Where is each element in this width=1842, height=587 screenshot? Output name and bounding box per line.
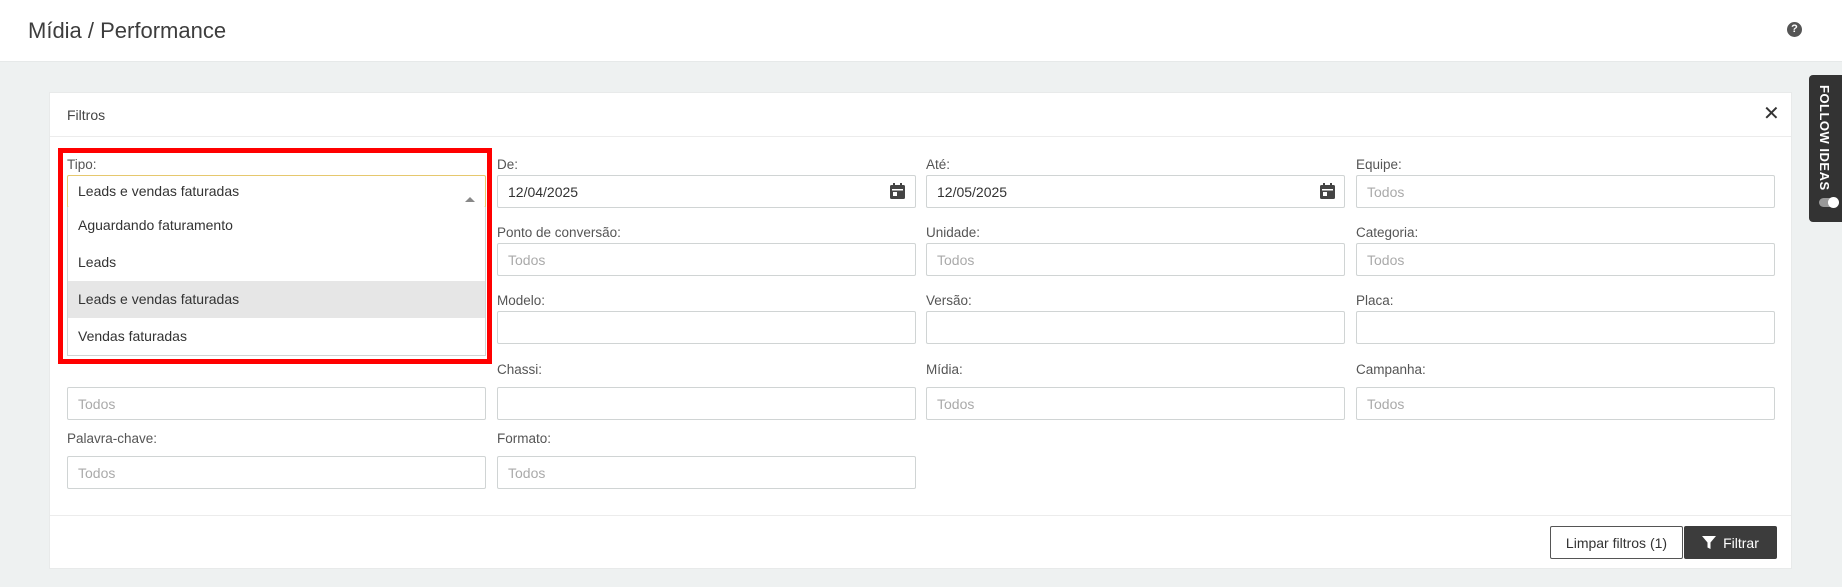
dropdown-option[interactable]: Aguardando faturamento [68, 207, 485, 244]
campanha-input[interactable] [1356, 387, 1775, 420]
modelo-input[interactable] [497, 311, 916, 344]
tipo-select[interactable]: Leads e vendas faturadas [67, 175, 486, 208]
campanha-label: Campanha: [1356, 362, 1426, 377]
equipe-label: Equipe: [1356, 157, 1402, 172]
midia-label: Mídia: [926, 362, 963, 377]
tipo-label: Tipo: [67, 157, 97, 172]
dropdown-option-selected[interactable]: Leads e vendas faturadas [68, 281, 485, 318]
filter-button[interactable]: Filtrar [1684, 526, 1777, 559]
placa-input[interactable] [1356, 311, 1775, 344]
versao-label: Versão: [926, 293, 972, 308]
versao-input[interactable] [926, 311, 1345, 344]
follow-ideas-tab[interactable]: FOLLOW IDEAS [1809, 75, 1842, 222]
de-date-input[interactable] [497, 175, 916, 208]
equipe-input[interactable] [1356, 175, 1775, 208]
formato-label: Formato: [497, 431, 552, 446]
follow-ideas-label: FOLLOW IDEAS [1817, 85, 1832, 191]
placa-label: Placa: [1356, 293, 1394, 308]
categoria-input[interactable] [1356, 243, 1775, 276]
calendar-icon[interactable] [890, 183, 905, 199]
ponto-conversao-label: Ponto de conversão: [497, 225, 621, 240]
question-circle-icon[interactable]: ? [1787, 22, 1802, 37]
top-bar: Mídia / Performance ? [0, 0, 1842, 62]
toggle-icon[interactable] [1819, 197, 1839, 208]
palavra-chave-input[interactable] [67, 456, 486, 489]
filters-panel-header: Filtros ✕ [50, 93, 1791, 137]
funnel-icon [1702, 535, 1717, 549]
tipo-dropdown-list: Aguardando faturamento Leads Leads e ven… [67, 207, 486, 356]
unidade-input[interactable] [926, 243, 1345, 276]
dropdown-option[interactable]: Leads [68, 244, 485, 281]
filters-panel-title: Filtros [67, 107, 106, 123]
chassi-label: Chassi: [497, 362, 543, 377]
palavra-chave-label: Palavra-chave: [67, 431, 158, 446]
clear-filters-button[interactable]: Limpar filtros (1) [1550, 526, 1683, 559]
ate-date-input[interactable] [926, 175, 1345, 208]
chassi-input[interactable] [497, 387, 916, 420]
footer-divider [50, 515, 1791, 516]
dropdown-option[interactable]: Vendas faturadas [68, 318, 485, 355]
midia-input[interactable] [926, 387, 1345, 420]
filters-panel: Filtros ✕ Tipo: Leads e vendas faturadas… [49, 92, 1792, 569]
modelo-label: Modelo: [497, 293, 546, 308]
de-label: De: [497, 157, 519, 172]
row4-first-input[interactable] [67, 387, 486, 420]
page-title: Mídia / Performance [28, 18, 227, 43]
calendar-icon[interactable] [1320, 183, 1335, 199]
ponto-conversao-input[interactable] [497, 243, 916, 276]
toggle-knob [1828, 197, 1839, 208]
filter-button-label: Filtrar [1723, 534, 1759, 551]
categoria-label: Categoria: [1356, 225, 1419, 240]
close-icon[interactable]: ✕ [1763, 102, 1780, 126]
formato-input[interactable] [497, 456, 916, 489]
ate-label: Até: [926, 157, 951, 172]
caret-up-icon[interactable] [465, 197, 475, 202]
unidade-label: Unidade: [926, 225, 981, 240]
